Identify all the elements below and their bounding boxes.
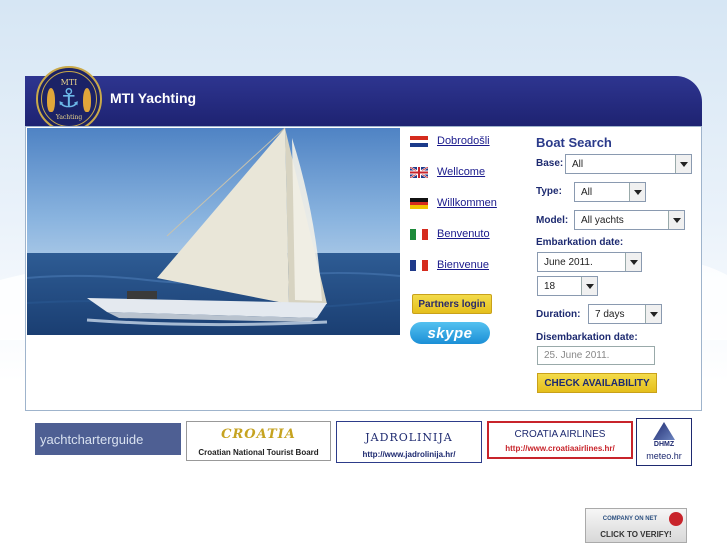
embarkation-day-value: 18 [544,280,556,292]
model-select-value: All yachts [581,214,624,226]
duration-label: Duration: [536,309,581,320]
lang-link-croatian[interactable]: Dobrodošli [437,135,490,147]
company-on-net-label: COMPANY ON NET [602,516,658,522]
embarkation-month-select[interactable]: June 2011. [537,252,642,272]
base-label: Base: [536,158,564,169]
base-select[interactable]: All [565,154,692,174]
lang-item-english[interactable]: Wellcome [410,166,485,178]
dhmz-site: meteo.hr [646,451,682,461]
type-select[interactable]: All [574,182,646,202]
french-flag-icon [410,259,428,271]
chevron-down-icon [629,183,645,201]
jadrolinija-url: http://www.jadrolinija.hr/ [362,450,456,459]
model-label: Model: [536,215,569,226]
duration-select-value: 7 days [595,308,625,320]
croatia-airlines-banner[interactable]: CROATIA AIRLINES http://www.croatiaairli… [487,421,633,459]
croatia-wordmark: CROATIA [221,427,296,442]
brand-title: MTI Yachting [110,90,197,106]
mti-logo[interactable]: MTI ⚓ Yachting [36,66,102,132]
lang-link-italian[interactable]: Benvenuto [437,228,490,240]
lang-item-french[interactable]: Bienvenue [410,259,489,271]
croatia-airlines-wordmark: CROATIA AIRLINES [514,429,606,440]
type-select-value: All [581,186,593,198]
click-to-verify-label: CLICK TO VERIFY! [600,530,672,539]
disembarkation-label: Disembarkation date: [536,332,638,343]
seahorse-right-icon [83,88,91,112]
jadrolinija-banner[interactable]: JADROLINIJA http://www.jadrolinija.hr/ [336,421,482,463]
chevron-down-icon [581,277,597,295]
skype-logo[interactable]: skype [410,322,490,344]
embarkation-month-value: June 2011. [544,256,593,268]
disembarkation-date-field: 25. June 2011. [537,346,655,365]
embarkation-label: Embarkation date: [536,237,624,248]
model-select[interactable]: All yachts [574,210,685,230]
lang-item-croatian[interactable]: Dobrodošli [410,135,490,147]
german-flag-icon [410,197,428,209]
dhmz-meteo-banner[interactable]: DHMZ meteo.hr [636,418,692,466]
lang-item-italian[interactable]: Benvenuto [410,228,490,240]
chevron-down-icon [625,253,641,271]
lang-item-german[interactable]: Willkommen [410,197,497,209]
chevron-down-icon [675,155,691,173]
lang-link-german[interactable]: Willkommen [437,197,497,209]
type-label: Type: [536,186,562,197]
croatia-tourist-board-label: Croatian National Tourist Board [198,448,319,457]
company-verify-badge[interactable]: COMPANY ON NET CLICK TO VERIFY! [585,508,687,543]
croatia-tourist-board-banner[interactable]: CROATIA Croatian National Tourist Board [186,421,331,461]
base-select-value: All [572,158,584,170]
lang-link-english[interactable]: Wellcome [437,166,485,178]
chevron-down-icon [668,211,684,229]
check-availability-button[interactable]: CHECK AVAILABILITY [537,373,657,393]
embarkation-day-select[interactable]: 18 [537,276,598,296]
partners-login-button[interactable]: Partners login [412,294,492,314]
seahorse-left-icon [47,88,55,112]
seal-icon [669,512,683,526]
croatia-airlines-url: http://www.croatiaairlines.hr/ [505,444,615,453]
dhmz-logo-icon [653,422,675,440]
yachtcharterguide-banner[interactable]: yachtcharterguide [35,423,181,455]
lang-link-french[interactable]: Bienvenue [437,259,489,271]
dhmz-name: DHMZ [653,441,675,448]
duration-select[interactable]: 7 days [588,304,662,324]
boat-search-title: Boat Search [536,135,612,150]
chevron-down-icon [645,305,661,323]
uk-flag-icon [410,166,428,178]
jadrolinija-wordmark: JADROLINIJA [365,431,453,444]
anchor-icon: ⚓ [57,84,81,114]
croatian-flag-icon [410,135,428,147]
logo-bottom-text: Yachting [55,114,83,121]
italian-flag-icon [410,228,428,240]
sailboat-photo [27,128,400,335]
